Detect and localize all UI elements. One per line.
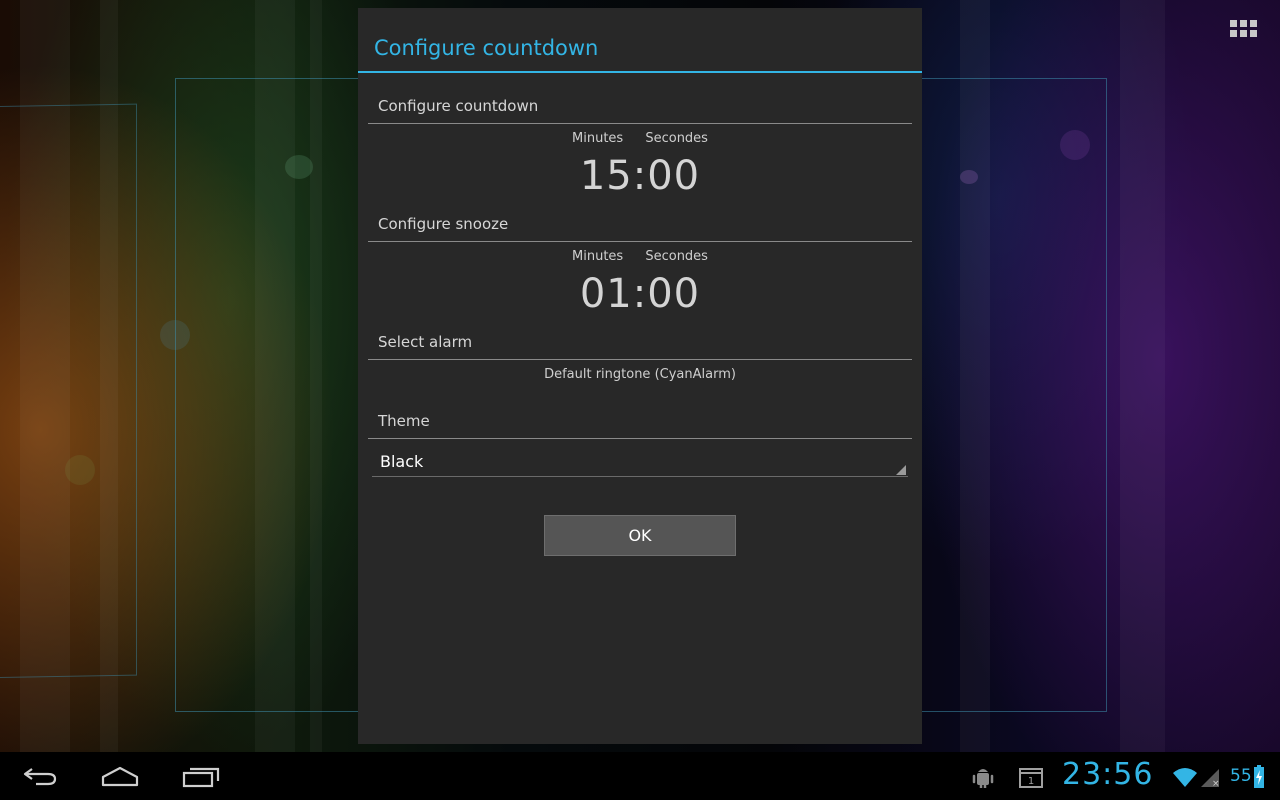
wifi-icon xyxy=(1172,766,1198,792)
ringtone-selector[interactable]: Default ringtone (CyanAlarm) xyxy=(358,367,922,382)
android-debug-icon xyxy=(972,765,994,793)
wallpaper-streak xyxy=(1120,0,1165,752)
svg-text:×: × xyxy=(1212,779,1220,788)
title-divider xyxy=(358,71,922,73)
back-icon[interactable] xyxy=(22,764,62,788)
battery-charging-icon xyxy=(1254,765,1264,793)
calendar-notification-icon: 1 xyxy=(1019,766,1043,792)
status-clock[interactable]: 23:56 xyxy=(1062,757,1153,792)
countdown-time-picker[interactable]: 15:00 xyxy=(358,153,922,199)
system-bar: 1 23:56 × 55 xyxy=(0,752,1280,800)
snooze-section-label: Configure snooze xyxy=(378,215,509,233)
dialog-title: Configure countdown xyxy=(374,36,599,60)
workspace-side-panel xyxy=(0,103,137,679)
apps-grid-icon[interactable] xyxy=(1230,20,1258,38)
spinner-arrow-icon xyxy=(896,465,906,475)
snooze-minutes-label: Minutes xyxy=(572,249,624,264)
configure-countdown-dialog: Configure countdown Configure countdown … xyxy=(358,8,922,744)
countdown-picker-labels: Minutes Secondes xyxy=(358,131,922,146)
snooze-picker-labels: Minutes Secondes xyxy=(358,249,922,264)
countdown-section-label: Configure countdown xyxy=(378,97,539,115)
svg-text:1: 1 xyxy=(1028,776,1034,787)
alarm-section-header: Select alarm xyxy=(368,329,912,360)
signal-icon: × xyxy=(1200,766,1220,792)
theme-section-header: Theme xyxy=(368,408,912,439)
theme-selected-value: Black xyxy=(380,452,424,471)
alarm-section-label: Select alarm xyxy=(378,333,473,351)
theme-spinner[interactable]: Black xyxy=(372,446,908,477)
snooze-section-header: Configure snooze xyxy=(368,211,912,242)
snooze-time-picker[interactable]: 01:00 xyxy=(358,271,922,317)
theme-section-label: Theme xyxy=(378,412,430,430)
recent-apps-icon[interactable] xyxy=(182,764,222,788)
countdown-seconds-label: Secondes xyxy=(645,131,708,146)
home-icon[interactable] xyxy=(100,764,140,788)
battery-level: 55 xyxy=(1230,766,1252,786)
countdown-minutes-label: Minutes xyxy=(572,131,624,146)
ok-button[interactable]: OK xyxy=(544,515,736,556)
snooze-seconds-label: Secondes xyxy=(645,249,708,264)
countdown-section-header: Configure countdown xyxy=(368,93,912,124)
